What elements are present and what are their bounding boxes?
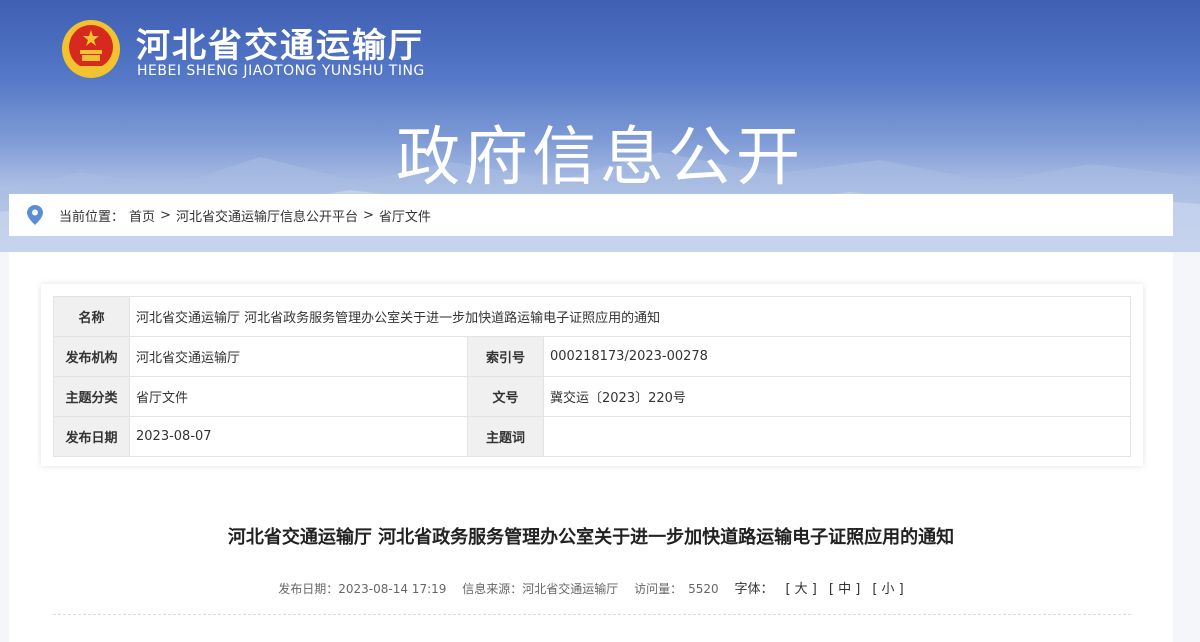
index-label: 索引号	[467, 336, 544, 377]
font-medium-button[interactable]: [ 中 ]	[829, 582, 860, 597]
national-emblem-icon	[62, 20, 120, 78]
site-title-en: HEBEI SHENG JIAOTONG YUNSHU TING	[137, 63, 425, 79]
docno-value: 冀交运〔2023〕220号	[543, 376, 1131, 417]
info-source: 信息来源：河北省交通运输厅	[462, 582, 619, 596]
breadcrumb: 当前位置： 首页 > 河北省交通运输厅信息公开平台 > 省厅文件	[9, 194, 1173, 236]
breadcrumb-separator: >	[160, 207, 171, 223]
document-info-card: 名称 河北省交通运输厅 河北省政务服务管理办公室关于进一步加快道路运输电子证照应…	[41, 284, 1143, 466]
date-label: 发布日期	[53, 416, 130, 457]
breadcrumb-current[interactable]: 省厅文件	[379, 206, 431, 225]
document-meta-table: 名称 河北省交通运输厅 河北省政务服务管理办公室关于进一步加快道路运输电子证照应…	[53, 296, 1131, 457]
article-meta-line: 发布日期：2023-08-14 17:19 信息来源：河北省交通运输厅 访问量：…	[9, 578, 1173, 597]
date-value: 2023-08-07	[129, 416, 468, 457]
article-title: 河北省交通运输厅 河北省政务服务管理办公室关于进一步加快道路运输电子证照应用的通…	[227, 527, 955, 548]
breadcrumb-platform[interactable]: 河北省交通运输厅信息公开平台	[176, 206, 358, 225]
site-title-cn: 河北省交通运输厅	[136, 26, 424, 66]
main-content: 名称 河北省交通运输厅 河北省政务服务管理办公室关于进一步加快道路运输电子证照应…	[9, 252, 1173, 642]
font-large-button[interactable]: [ 大 ]	[785, 582, 816, 597]
breadcrumb-home[interactable]: 首页	[129, 206, 155, 225]
name-label: 名称	[53, 296, 130, 337]
visits-count: 5520	[688, 582, 719, 596]
docno-label: 文号	[467, 376, 544, 417]
category-label: 主题分类	[53, 376, 130, 417]
publish-date: 发布日期：2023-08-14 17:19	[278, 582, 447, 596]
keywords-value	[543, 416, 1131, 457]
breadcrumb-prefix: 当前位置：	[59, 209, 125, 225]
name-value: 河北省交通运输厅 河北省政务服务管理办公室关于进一步加快道路运输电子证照应用的通…	[129, 296, 1131, 337]
divider	[53, 614, 1131, 615]
keywords-label: 主题词	[467, 416, 544, 457]
location-pin-icon	[27, 205, 43, 225]
publisher-label: 发布机构	[53, 336, 130, 377]
index-value: 000218173/2023-00278	[543, 336, 1131, 377]
category-value: 省厅文件	[129, 376, 468, 417]
publisher-value: 河北省交通运输厅	[129, 336, 468, 377]
breadcrumb-separator: >	[362, 207, 374, 223]
font-size-label: 字体：	[734, 582, 774, 597]
font-small-button[interactable]: [ 小 ]	[872, 582, 903, 597]
visits-label: 访问量：	[634, 582, 683, 596]
section-title: 政府信息公开	[396, 121, 804, 195]
